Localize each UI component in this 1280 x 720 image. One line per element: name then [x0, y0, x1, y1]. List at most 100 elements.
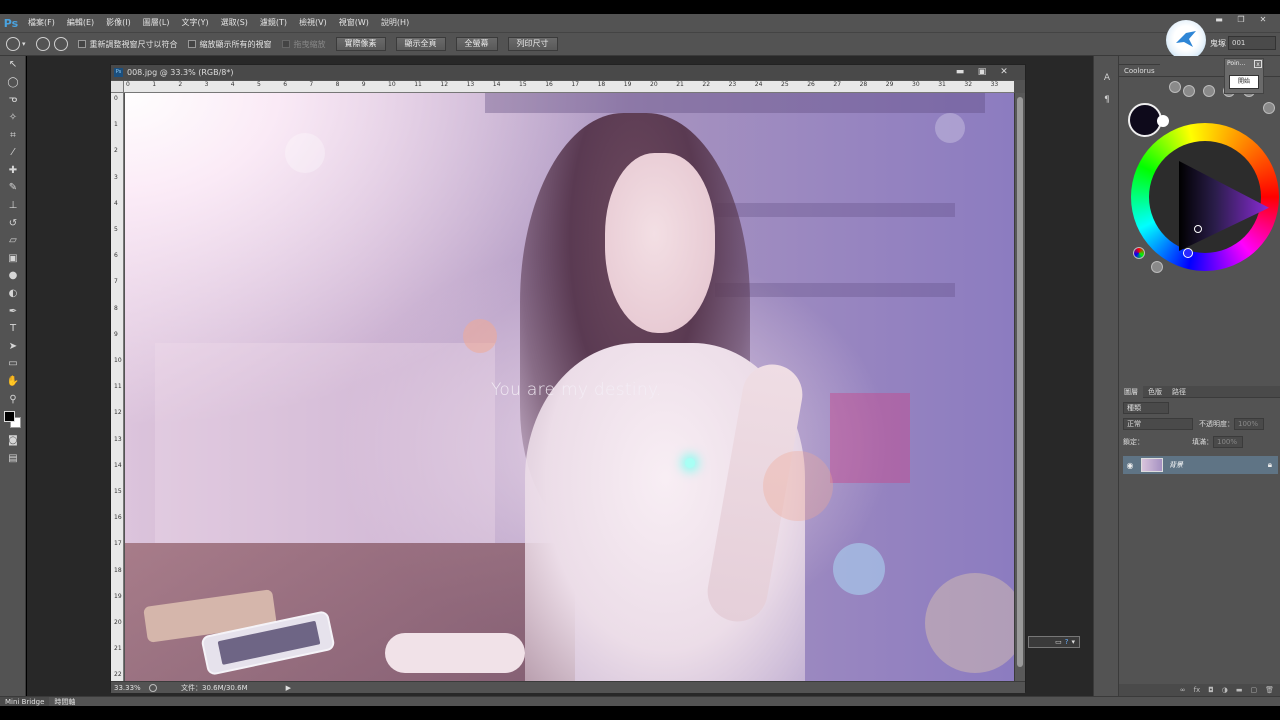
vertical-scrollbar[interactable] — [1014, 93, 1025, 681]
path-select-tool-icon[interactable]: ➤ — [0, 338, 26, 356]
blur-tool-icon[interactable]: ● — [0, 267, 26, 285]
zoom-out-icon[interactable] — [53, 37, 68, 51]
minimize-icon[interactable]: ▬ — [949, 65, 971, 79]
color-wheel[interactable] — [1131, 123, 1279, 271]
menu-type[interactable]: 文字(Y) — [175, 14, 214, 32]
help-icon[interactable]: ? — [1065, 638, 1069, 646]
quick-select-tool-icon[interactable]: ✧ — [0, 109, 26, 127]
palette-icon[interactable] — [1133, 247, 1145, 259]
clone-stamp-tool-icon[interactable]: ⊥ — [0, 197, 26, 215]
print-size-button[interactable]: 列印尺寸 — [507, 37, 558, 51]
new-layer-icon[interactable]: ▢ — [1250, 686, 1257, 694]
menu-layer[interactable]: 圖層(L) — [137, 14, 176, 32]
swap-color-icon[interactable] — [1169, 81, 1181, 93]
adjustment-icon[interactable]: ◑ — [1222, 686, 1228, 694]
menu-filter[interactable]: 濾鏡(T) — [254, 14, 293, 32]
tab-channels[interactable]: 色版 — [1143, 386, 1167, 398]
ruler-top[interactable]: 0 1 2 3 4 5 6 7 8 9 10 11 12 13 14 15 16 17 18 19 20 21 22 23 24… — [124, 81, 1014, 93]
shape-tool-icon[interactable]: ▭ — [0, 355, 26, 373]
trash-icon[interactable]: 🗑︎ — [1265, 686, 1274, 694]
scrubby-zoom-checkbox[interactable]: 拖曳縮放 — [281, 39, 326, 50]
canvas-text[interactable]: You are my destiny. — [491, 380, 662, 400]
saturation-triangle[interactable] — [1179, 161, 1269, 251]
brush-tool-icon[interactable]: ✎ — [0, 179, 26, 197]
tab-layers[interactable]: 圖層 — [1119, 385, 1143, 398]
move-tool-icon[interactable]: ↖ — [0, 56, 26, 74]
preset-select[interactable]: 001 — [1228, 36, 1276, 50]
tab-paths[interactable]: 路徑 — [1167, 386, 1191, 398]
folder-icon[interactable]: ▬ — [1236, 686, 1243, 694]
gradient-tool-icon[interactable]: ▣ — [0, 250, 26, 268]
resize-windows-checkbox[interactable]: 重新調整視窗尺寸以符合 — [77, 39, 178, 50]
eye-icon[interactable]: ◉ — [1123, 461, 1137, 470]
document-tab[interactable]: Ps 008.jpg @ 33.3% (RGB/8*) ▬ ▣ ✕ — [111, 65, 1025, 80]
close-icon[interactable]: ✕ — [1252, 14, 1274, 26]
chevron-down-icon[interactable]: ▾ — [22, 40, 26, 48]
character-panel-icon[interactable]: A — [1094, 70, 1120, 86]
kind-filter-select[interactable]: 種類 — [1123, 402, 1169, 414]
previous-color[interactable] — [1157, 115, 1169, 127]
minimize-icon[interactable]: ▬ — [1208, 14, 1230, 26]
link-icon[interactable]: ∞ — [1180, 686, 1186, 694]
healing-tool-icon[interactable]: ✚ — [0, 162, 26, 180]
restore-icon[interactable]: ❐ — [1230, 14, 1252, 26]
hue-cursor[interactable] — [1183, 248, 1193, 258]
zoom-tool-icon[interactable]: ⚲ — [0, 390, 26, 408]
ruler-corner[interactable] — [111, 81, 124, 93]
fill-field[interactable]: 100% — [1213, 436, 1243, 448]
layer-name[interactable]: 背景 — [1169, 460, 1183, 470]
zoom-all-windows-checkbox[interactable]: 縮放顯示所有的視窗 — [187, 39, 272, 50]
lock-icon[interactable]: 🔒︎ — [1268, 460, 1272, 470]
pen-tool-icon[interactable]: ✒ — [0, 302, 26, 320]
menu-image[interactable]: 影像(I) — [100, 14, 137, 32]
tab-timeline[interactable]: 時間軸 — [49, 697, 80, 707]
marquee-tool-icon[interactable]: ◯ — [0, 74, 26, 92]
chevron-down-icon[interactable]: ▾ — [1071, 638, 1075, 646]
menu-view[interactable]: 檢視(V) — [293, 14, 333, 32]
opacity-field[interactable]: 100% — [1234, 418, 1264, 430]
dodge-tool-icon[interactable]: ◐ — [0, 285, 26, 303]
mode-button-icon[interactable] — [1263, 102, 1275, 114]
fx-icon[interactable]: fx — [1194, 686, 1201, 694]
zoom-level[interactable]: 33.33% — [111, 684, 149, 692]
coolorus-tab[interactable]: Coolorus — [1119, 64, 1160, 76]
mini-navigator[interactable]: ▭ ? ▾ — [1028, 636, 1080, 648]
hand-tool-icon[interactable]: ✋ — [0, 373, 26, 391]
mode-button-icon[interactable] — [1183, 85, 1195, 97]
zoom-in-icon[interactable] — [35, 37, 50, 51]
layer-thumbnail[interactable] — [1141, 458, 1163, 472]
lasso-tool-icon[interactable]: ᓀ — [0, 91, 26, 109]
menu-file[interactable]: 檔案(F) — [22, 14, 61, 32]
type-tool-icon[interactable]: T — [0, 320, 26, 338]
close-icon[interactable]: x — [1254, 60, 1262, 68]
mask-icon[interactable]: ◘ — [1208, 686, 1214, 694]
mode-button-icon[interactable] — [1203, 85, 1215, 97]
status-icon[interactable] — [149, 683, 157, 692]
play-arrow-icon[interactable]: ▶ — [286, 684, 291, 692]
eraser-tool-icon[interactable]: ▱ — [0, 232, 26, 250]
menu-window[interactable]: 視窗(W) — [333, 14, 375, 32]
layer-row[interactable]: ◉ 背景 🔒︎ — [1123, 456, 1278, 474]
blend-mode-select[interactable]: 正常 — [1123, 418, 1193, 430]
tab-mini-bridge[interactable]: Mini Bridge — [0, 696, 50, 707]
color-swatches[interactable] — [0, 408, 26, 432]
close-icon[interactable]: ✕ — [993, 65, 1015, 79]
actual-pixels-button[interactable]: 實際像素 — [335, 37, 386, 51]
photo-canvas[interactable]: You are my destiny. — [125, 93, 1014, 681]
screen-mode-icon[interactable]: ▤ — [0, 449, 26, 467]
eyedropper-tool-icon[interactable]: ⁄ — [0, 144, 26, 162]
maximize-icon[interactable]: ▣ — [971, 65, 993, 79]
crop-tool-icon[interactable]: ⌗ — [0, 126, 26, 144]
start-button[interactable]: 開始 — [1229, 75, 1259, 89]
menu-help[interactable]: 說明(H) — [375, 14, 415, 32]
ruler-left[interactable]: 0 1 2 3 4 5 6 7 8 9 10 11 12 13 14 15 16 17 18 19 20 21 22 — [111, 93, 124, 681]
settings-icon[interactable] — [1151, 261, 1163, 273]
fit-screen-button[interactable]: 顯示全頁 — [395, 37, 446, 51]
history-brush-tool-icon[interactable]: ↺ — [0, 214, 26, 232]
paragraph-panel-icon[interactable]: ¶ — [1094, 92, 1120, 108]
scroll-thumb[interactable] — [1017, 97, 1023, 667]
triangle-cursor[interactable] — [1194, 225, 1202, 233]
menu-select[interactable]: 選取(S) — [215, 14, 254, 32]
foreground-color[interactable] — [4, 410, 15, 422]
menu-edit[interactable]: 編輯(E) — [61, 14, 100, 32]
